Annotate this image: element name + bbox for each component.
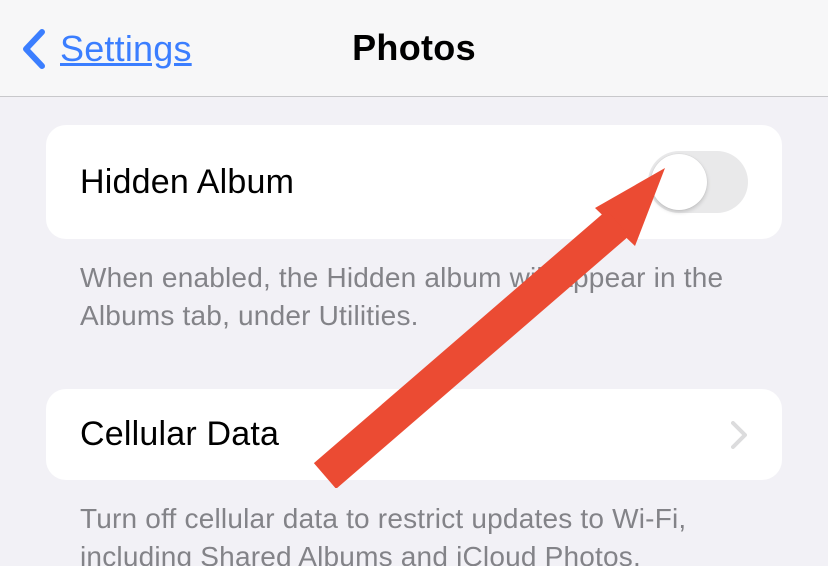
settings-photos-screen: Settings Photos Hidden Album When enable… (0, 0, 828, 566)
hidden-album-toggle[interactable] (648, 151, 748, 213)
page-title: Photos (352, 27, 476, 69)
back-button[interactable]: Settings (20, 0, 192, 97)
hidden-album-row: Hidden Album (46, 125, 782, 239)
cellular-data-footer: Turn off cellular data to restrict updat… (46, 500, 782, 566)
chevron-right-icon (730, 420, 748, 450)
back-label: Settings (60, 28, 192, 70)
hidden-album-label: Hidden Album (80, 163, 294, 202)
hidden-album-footer: When enabled, the Hidden album will appe… (46, 259, 782, 335)
cellular-data-row[interactable]: Cellular Data (46, 389, 782, 480)
nav-bar: Settings Photos (0, 0, 828, 97)
cellular-data-label: Cellular Data (80, 415, 279, 454)
toggle-knob (651, 154, 707, 210)
content: Hidden Album When enabled, the Hidden al… (0, 97, 828, 566)
chevron-left-icon (20, 29, 48, 69)
